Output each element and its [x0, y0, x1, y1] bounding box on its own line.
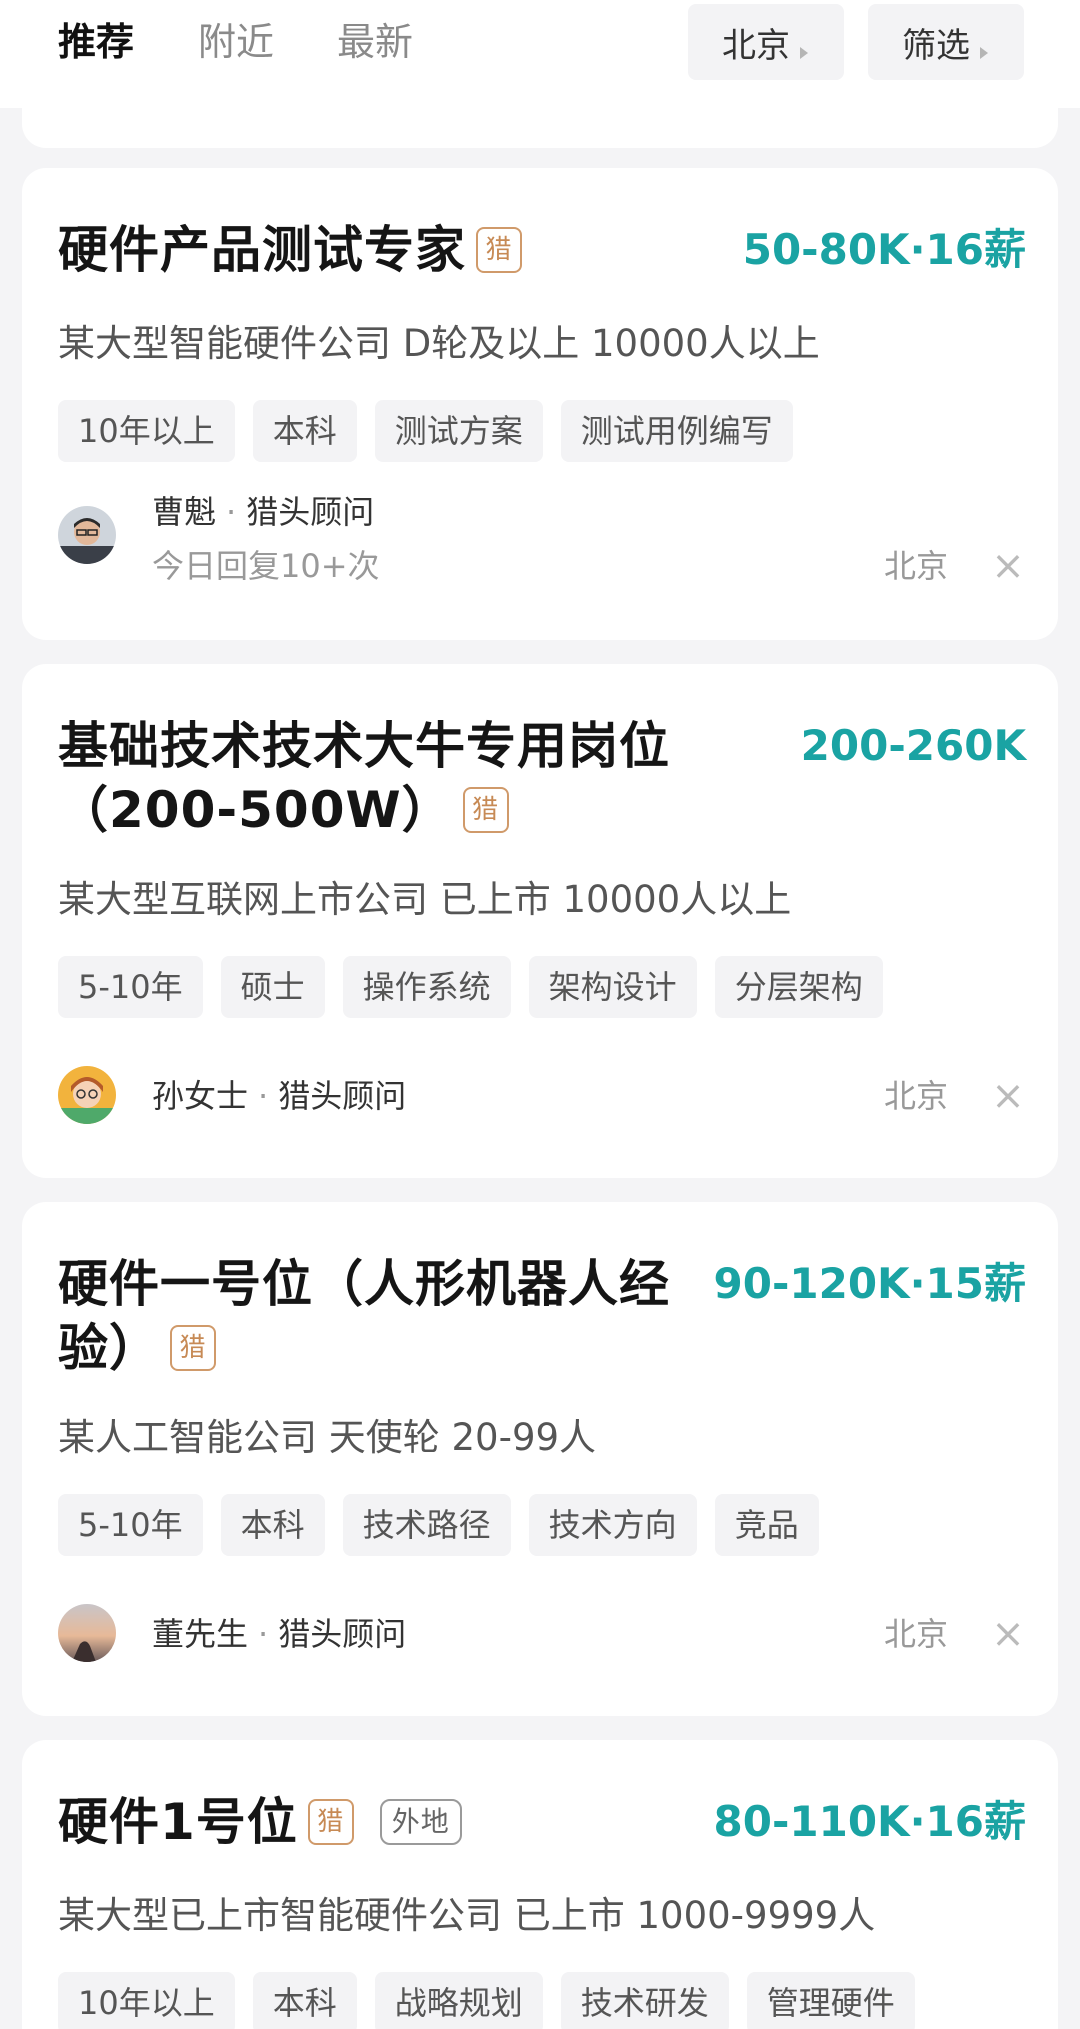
tab-latest[interactable]: 最新 — [337, 14, 413, 70]
job-tag: 硕士 — [220, 956, 325, 1018]
headhunter-badge: 猎 — [476, 226, 522, 273]
job-title: 硬件产品测试专家猎 — [58, 218, 522, 282]
salary: 80-110K·16薪 — [713, 1797, 1027, 1846]
job-title: 硬件一号位（人形机器人经 验）猎 — [58, 1252, 670, 1380]
job-card[interactable]: 基础技术技术大牛专用岗位 （200-500W）猎 200-260K 某大型互联网… — [22, 664, 1058, 1178]
close-icon[interactable]: × — [988, 1074, 1028, 1118]
job-card[interactable]: 硬件1号位猎外地 80-110K·16薪 某大型已上市智能硬件公司 已上市 10… — [22, 1740, 1058, 2029]
company-info: 某人工智能公司 天使轮 20-99人 — [58, 1416, 597, 1459]
job-title-line1: 基础技术技术大牛专用岗位 — [58, 717, 670, 775]
job-location: 北京 — [884, 547, 949, 585]
job-tag: 5-10年 — [58, 1494, 203, 1556]
job-tags: 5-10年 硕士 操作系统 架构设计 分层架构 — [58, 956, 883, 1018]
recruiter-role: 猎头顾问 — [278, 1615, 407, 1653]
close-icon[interactable]: × — [988, 544, 1028, 588]
recruiter-avatar — [58, 1604, 116, 1662]
job-tags: 5-10年 本科 技术路径 技术方向 竞品 — [58, 1494, 819, 1556]
dropdown-corner-icon — [980, 47, 988, 59]
filter-button[interactable]: 筛选 — [868, 4, 1024, 80]
job-tag: 操作系统 — [342, 956, 511, 1018]
job-tag: 测试用例编写 — [560, 400, 793, 462]
job-title-line2: 验） — [58, 1319, 160, 1377]
city-selector[interactable]: 北京 — [688, 4, 844, 80]
job-tag: 技术路径 — [342, 1494, 511, 1556]
job-tag: 管理硬件 — [746, 1972, 915, 2029]
reply-rate: 今日回复10+次 — [152, 547, 380, 585]
headhunter-badge: 猎 — [170, 1324, 216, 1371]
job-tags: 10年以上 本科 测试方案 测试用例编写 — [58, 400, 793, 462]
job-title-text: 硬件1号位 — [58, 1793, 298, 1851]
recruiter-avatar — [58, 506, 116, 564]
job-tag: 技术方向 — [528, 1494, 697, 1556]
recruiter-name-text: 曹魁 — [152, 493, 217, 531]
job-location: 北京 — [884, 1615, 949, 1653]
job-tag: 分层架构 — [714, 956, 883, 1018]
company-info: 某大型互联网上市公司 已上市 10000人以上 — [58, 878, 792, 921]
job-card[interactable]: 硬件产品测试专家猎 50-80K·16薪 某大型智能硬件公司 D轮及以上 100… — [22, 168, 1058, 640]
job-tag: 竞品 — [714, 1494, 819, 1556]
job-title: 基础技术技术大牛专用岗位 （200-500W）猎 — [58, 714, 670, 842]
top-bar: 推荐 附近 最新 北京 筛选 — [0, 0, 1080, 108]
tab-recommend[interactable]: 推荐 — [58, 14, 134, 70]
recruiter-role: 猎头顾问 — [278, 1077, 407, 1115]
job-tag: 本科 — [252, 400, 357, 462]
job-tag: 战略规划 — [374, 1972, 543, 2029]
tab-nearby[interactable]: 附近 — [198, 14, 274, 70]
job-tag: 架构设计 — [528, 956, 697, 1018]
job-tag: 10年以上 — [58, 400, 235, 462]
salary: 90-120K·15薪 — [713, 1259, 1027, 1308]
job-title-line2: （200-500W） — [58, 781, 453, 839]
job-tag: 本科 — [252, 1972, 357, 2029]
job-tag: 5-10年 — [58, 956, 203, 1018]
recruiter-avatar — [58, 1066, 116, 1124]
salary: 200-260K — [800, 721, 1026, 770]
job-tag: 10年以上 — [58, 1972, 235, 2029]
recruiter-name: 董先生 · 猎头顾问 — [152, 1615, 407, 1653]
job-location: 北京 — [884, 1077, 949, 1115]
job-card[interactable]: 硬件一号位（人形机器人经 验）猎 90-120K·15薪 某人工智能公司 天使轮… — [22, 1202, 1058, 1716]
recruiter-name-text: 孙女士 — [152, 1077, 249, 1115]
job-tag: 本科 — [220, 1494, 325, 1556]
headhunter-badge: 猎 — [307, 1798, 354, 1845]
recruiter-role: 猎头顾问 — [246, 493, 375, 531]
remote-badge: 外地 — [379, 1798, 462, 1845]
job-tag: 测试方案 — [374, 400, 543, 462]
company-info: 某大型已上市智能硬件公司 已上市 1000-9999人 — [58, 1894, 876, 1937]
city-selector-label: 北京 — [722, 25, 790, 66]
filter-button-label: 筛选 — [902, 25, 970, 66]
job-title-line1: 硬件一号位（人形机器人经 — [58, 1255, 670, 1313]
previous-job-card[interactable] — [22, 108, 1058, 148]
salary: 50-80K·16薪 — [742, 225, 1026, 274]
job-title: 硬件1号位猎外地 — [58, 1790, 462, 1854]
company-info: 某大型智能硬件公司 D轮及以上 10000人以上 — [58, 322, 820, 365]
recruiter-name: 曹魁 · 猎头顾问 — [152, 493, 375, 531]
recruiter-name-text: 董先生 — [152, 1615, 249, 1653]
close-icon[interactable]: × — [988, 1612, 1028, 1656]
headhunter-badge: 猎 — [462, 786, 509, 833]
job-tag: 技术研发 — [560, 1972, 729, 2029]
recruiter-name: 孙女士 · 猎头顾问 — [152, 1077, 407, 1115]
job-title-text: 硬件产品测试专家 — [58, 221, 466, 279]
dropdown-corner-icon — [800, 47, 808, 59]
job-tags: 10年以上 本科 战略规划 技术研发 管理硬件 — [58, 1972, 915, 2029]
